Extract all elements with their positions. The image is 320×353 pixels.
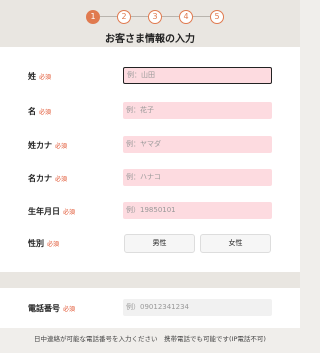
required-badge: 必須 [55, 176, 68, 183]
page-title: お客さま情報の入力 [105, 34, 195, 45]
phone-section: 電話番号 必須 例）09012341234 [0, 288, 300, 328]
last-name-label: 姓必須 [28, 71, 51, 82]
last-name-kana-label-text: 姓カナ [28, 141, 52, 150]
birthdate-input[interactable]: 例）19850101 [123, 202, 272, 219]
required-badge: 必須 [55, 143, 68, 150]
first-name-kana-row: 名カナ 必須 例：ハナコ [0, 169, 300, 189]
step-1: 1 [86, 10, 100, 24]
gender-row: 性別 必須 男性 女性 [0, 234, 300, 254]
last-name-kana-row: 姓カナ 必須 例：ヤマダ [0, 136, 300, 156]
last-name-input[interactable]: 例：山田 [123, 67, 272, 84]
gender-label: 性別 必須 [28, 238, 59, 249]
last-name-kana-label: 姓カナ 必須 [28, 140, 67, 151]
step-3: 3 [148, 10, 162, 24]
required-badge: 必須 [63, 209, 76, 216]
gender-label-text: 性別 [28, 239, 44, 248]
required-badge: 必須 [47, 241, 60, 248]
first-name-label: 名必須 [28, 106, 51, 117]
header: 1 2 3 4 5 お客さま情報の入力 [0, 0, 300, 47]
first-name-input[interactable]: 例：花子 [123, 102, 272, 119]
step-connector [100, 16, 117, 17]
step-2: 2 [117, 10, 131, 24]
required-badge: 必須 [39, 74, 52, 81]
step-5: 5 [210, 10, 224, 24]
customer-form: 姓必須 例：山田 名必須 例：花子 姓カナ 必須 例：ヤマダ 名カナ 必須 例：ハナ… [0, 47, 300, 272]
birthdate-label-text: 生年月日 [28, 207, 60, 216]
step-connector [162, 16, 179, 17]
phone-label: 電話番号 必須 [28, 303, 75, 314]
step-connector [193, 16, 210, 17]
first-name-row: 名必須 例：花子 [0, 102, 300, 122]
first-name-kana-label: 名カナ 必須 [28, 173, 67, 184]
phone-label-text: 電話番号 [28, 304, 60, 313]
section-divider [0, 272, 300, 288]
first-name-kana-label-text: 名カナ [28, 174, 52, 183]
phone-row: 電話番号 必須 例）09012341234 [0, 299, 300, 319]
gender-female-button[interactable]: 女性 [200, 234, 271, 253]
first-name-kana-input[interactable]: 例：ハナコ [123, 169, 272, 186]
gender-male-button[interactable]: 男性 [124, 234, 195, 253]
phone-input[interactable]: 例）09012341234 [123, 299, 272, 316]
required-badge: 必須 [63, 306, 76, 313]
last-name-row: 姓必須 例：山田 [0, 67, 300, 87]
birthdate-label: 生年月日 必須 [28, 206, 75, 217]
birthdate-row: 生年月日 必須 例）19850101 [0, 202, 300, 222]
required-badge: 必須 [39, 109, 52, 116]
step-connector [131, 16, 148, 17]
last-name-label-text: 姓 [28, 72, 36, 81]
first-name-label-text: 名 [28, 107, 36, 116]
step-4: 4 [179, 10, 193, 24]
step-indicator: 1 2 3 4 5 [86, 9, 224, 25]
last-name-kana-input[interactable]: 例：ヤマダ [123, 136, 272, 153]
phone-note: 日中連絡が可能な電話番号を入力ください 携帯電話でも可能です(IP電話不可) [34, 335, 266, 343]
